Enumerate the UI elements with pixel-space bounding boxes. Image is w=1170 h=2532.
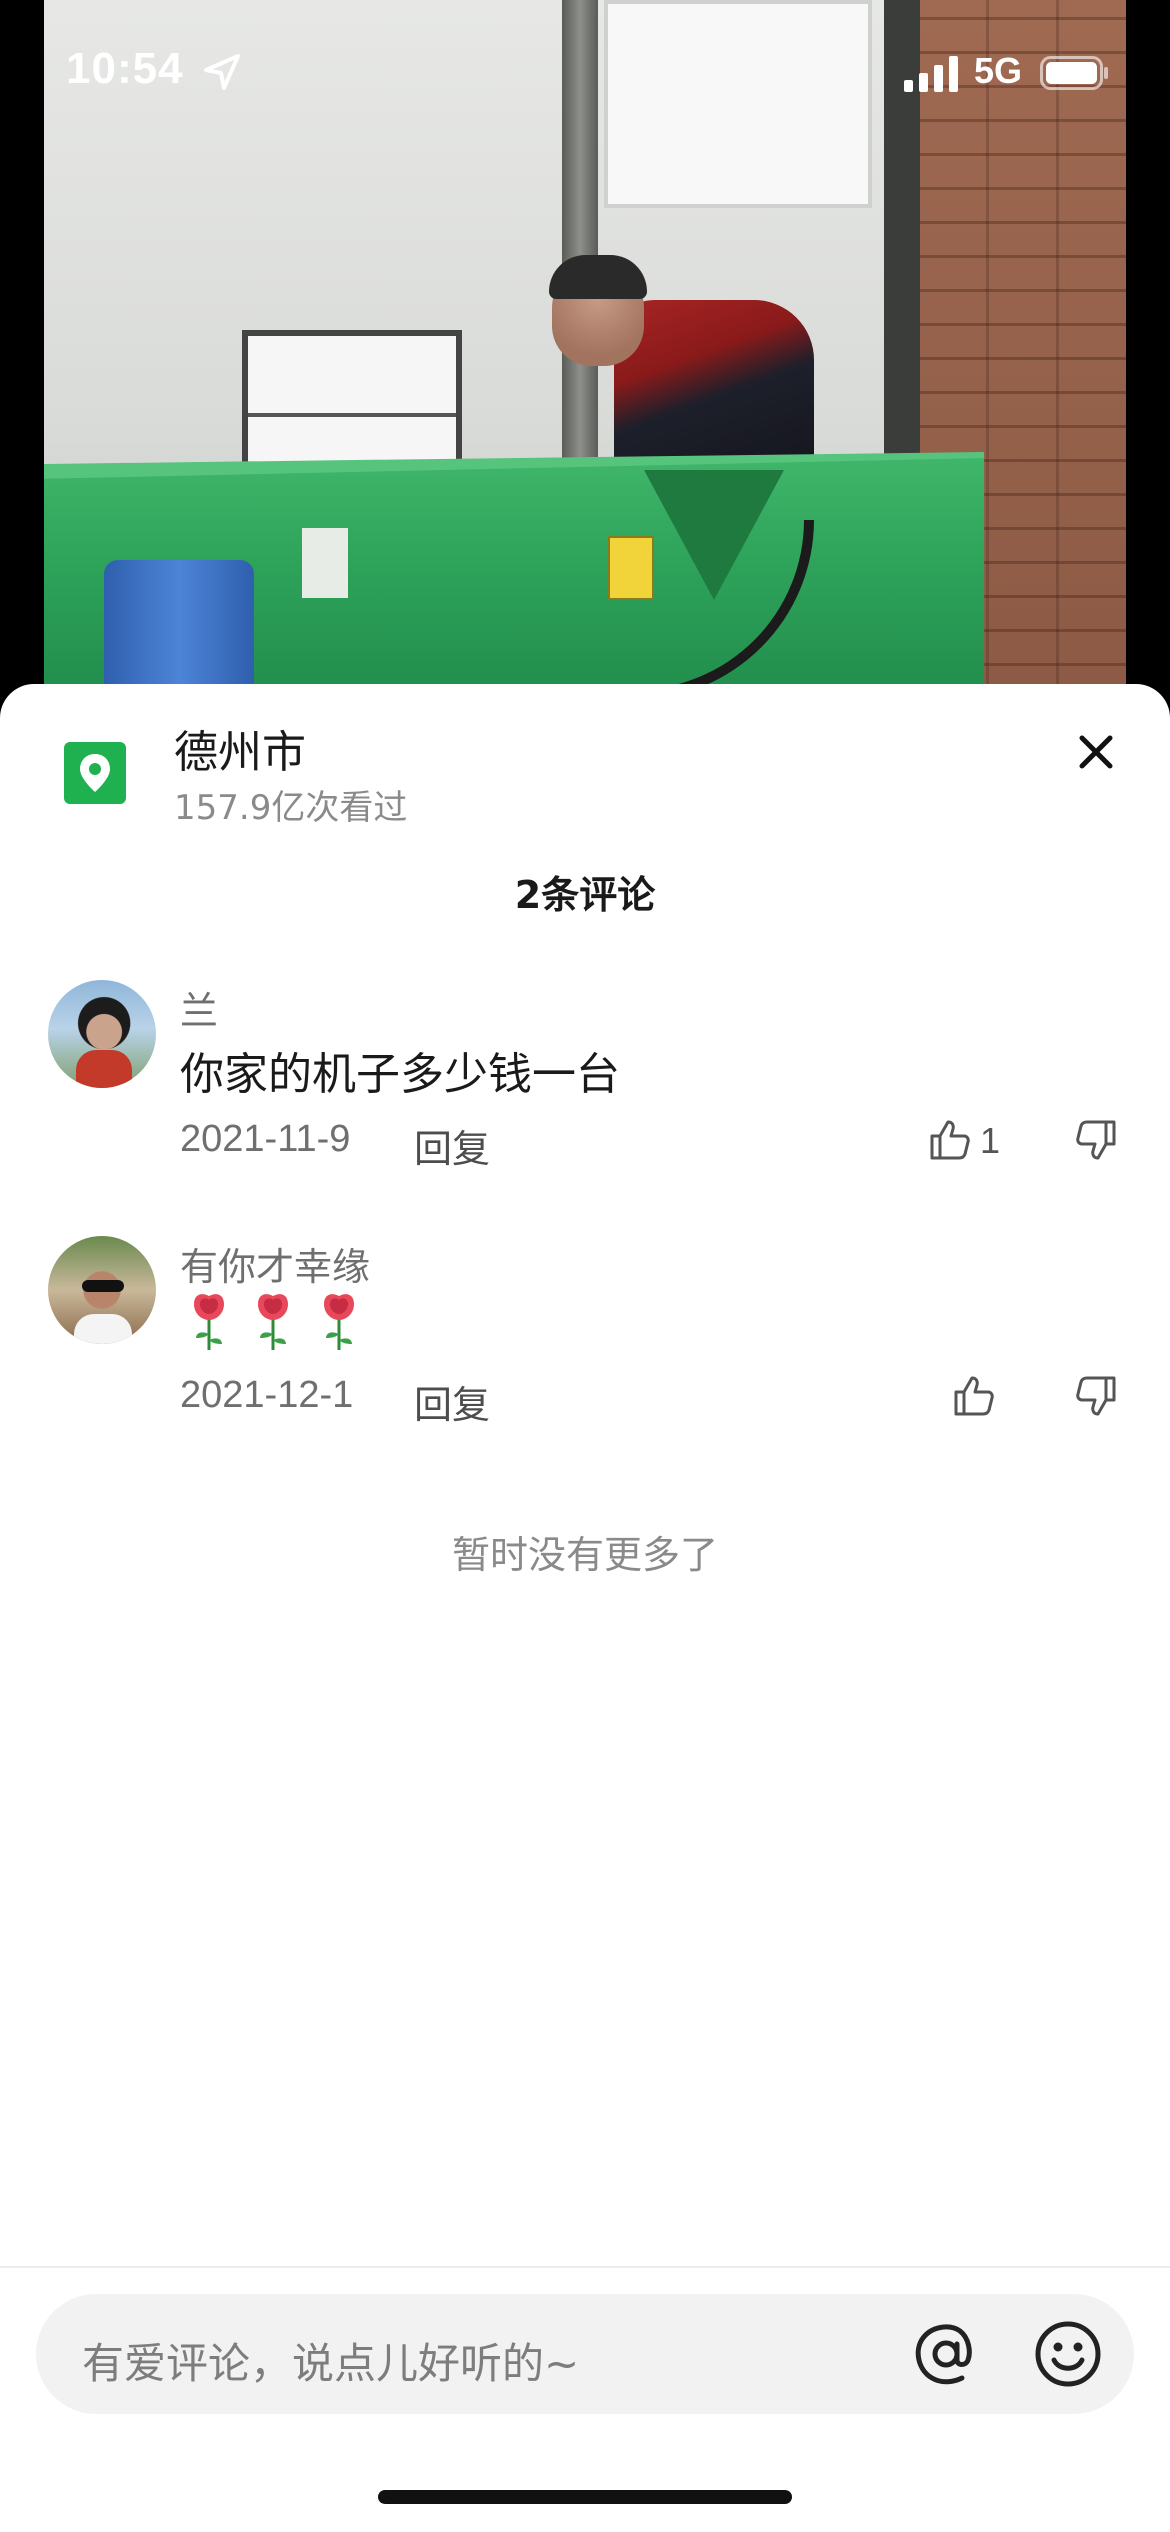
comment-author[interactable]: 有你才幸缘 (180, 1236, 370, 1291)
comment-date: 2021-12-1 (180, 1374, 354, 1416)
location-pin-icon[interactable] (64, 742, 126, 804)
comment-date: 2021-11-9 (180, 1118, 351, 1160)
smiley-face-icon[interactable] (1032, 2318, 1104, 2390)
thumbs-down-icon[interactable] (1072, 1372, 1120, 1420)
status-bar: 10:54 5G (0, 0, 1170, 150)
like-count: 1 (980, 1120, 1001, 1161)
comments-count-title: 2条评论 (514, 873, 656, 917)
home-indicator[interactable] (378, 2490, 792, 2504)
thumbs-up-icon[interactable] (926, 1116, 974, 1164)
rose-emoji (258, 1294, 288, 1350)
comment-sheet: 德州市 157.9亿次看过 2条评论 兰 你家的机子多少钱一台 2021-11-… (0, 684, 1170, 2532)
comment-author[interactable]: 兰 (180, 980, 218, 1035)
status-time: 10:54 (66, 44, 184, 93)
rose-emoji (194, 1294, 224, 1350)
location-title[interactable]: 德州市 (174, 716, 306, 780)
rose-emoji (324, 1294, 354, 1350)
cellular-signal-icon (904, 56, 958, 92)
at-sign-icon[interactable] (910, 2318, 982, 2390)
avatar[interactable] (48, 1236, 156, 1344)
divider (0, 2266, 1170, 2268)
comment-item: 兰 你家的机子多少钱一台 2021-11-9 回复 1 (0, 980, 1170, 1210)
comment-input-placeholder: 有爱评论，说点儿好听的~ (82, 2339, 580, 2388)
reply-button[interactable]: 回复 (414, 1118, 490, 1173)
close-icon[interactable] (1066, 722, 1126, 782)
app-screen: 10:54 5G 德州市 157.9亿次看过 2条评论 兰 你家的机子多少钱一台… (0, 0, 1170, 2532)
avatar[interactable] (48, 980, 156, 1088)
network-type: 5G (974, 50, 1023, 91)
battery-icon (1040, 56, 1108, 90)
no-more-comments: 暂时没有更多了 (451, 1533, 718, 1577)
thumbs-down-icon[interactable] (1072, 1116, 1120, 1164)
location-arrow-icon (204, 54, 240, 90)
reply-button[interactable]: 回复 (414, 1374, 490, 1429)
location-view-count: 157.9亿次看过 (174, 788, 408, 828)
comment-item: 有你才幸缘 2021-12-1 回复 (0, 1236, 1170, 1466)
comment-input[interactable]: 有爱评论，说点儿好听的~ (36, 2294, 1134, 2414)
comment-text: 你家的机子多少钱一台 (180, 1049, 620, 1100)
thumbs-up-icon[interactable] (950, 1372, 998, 1420)
